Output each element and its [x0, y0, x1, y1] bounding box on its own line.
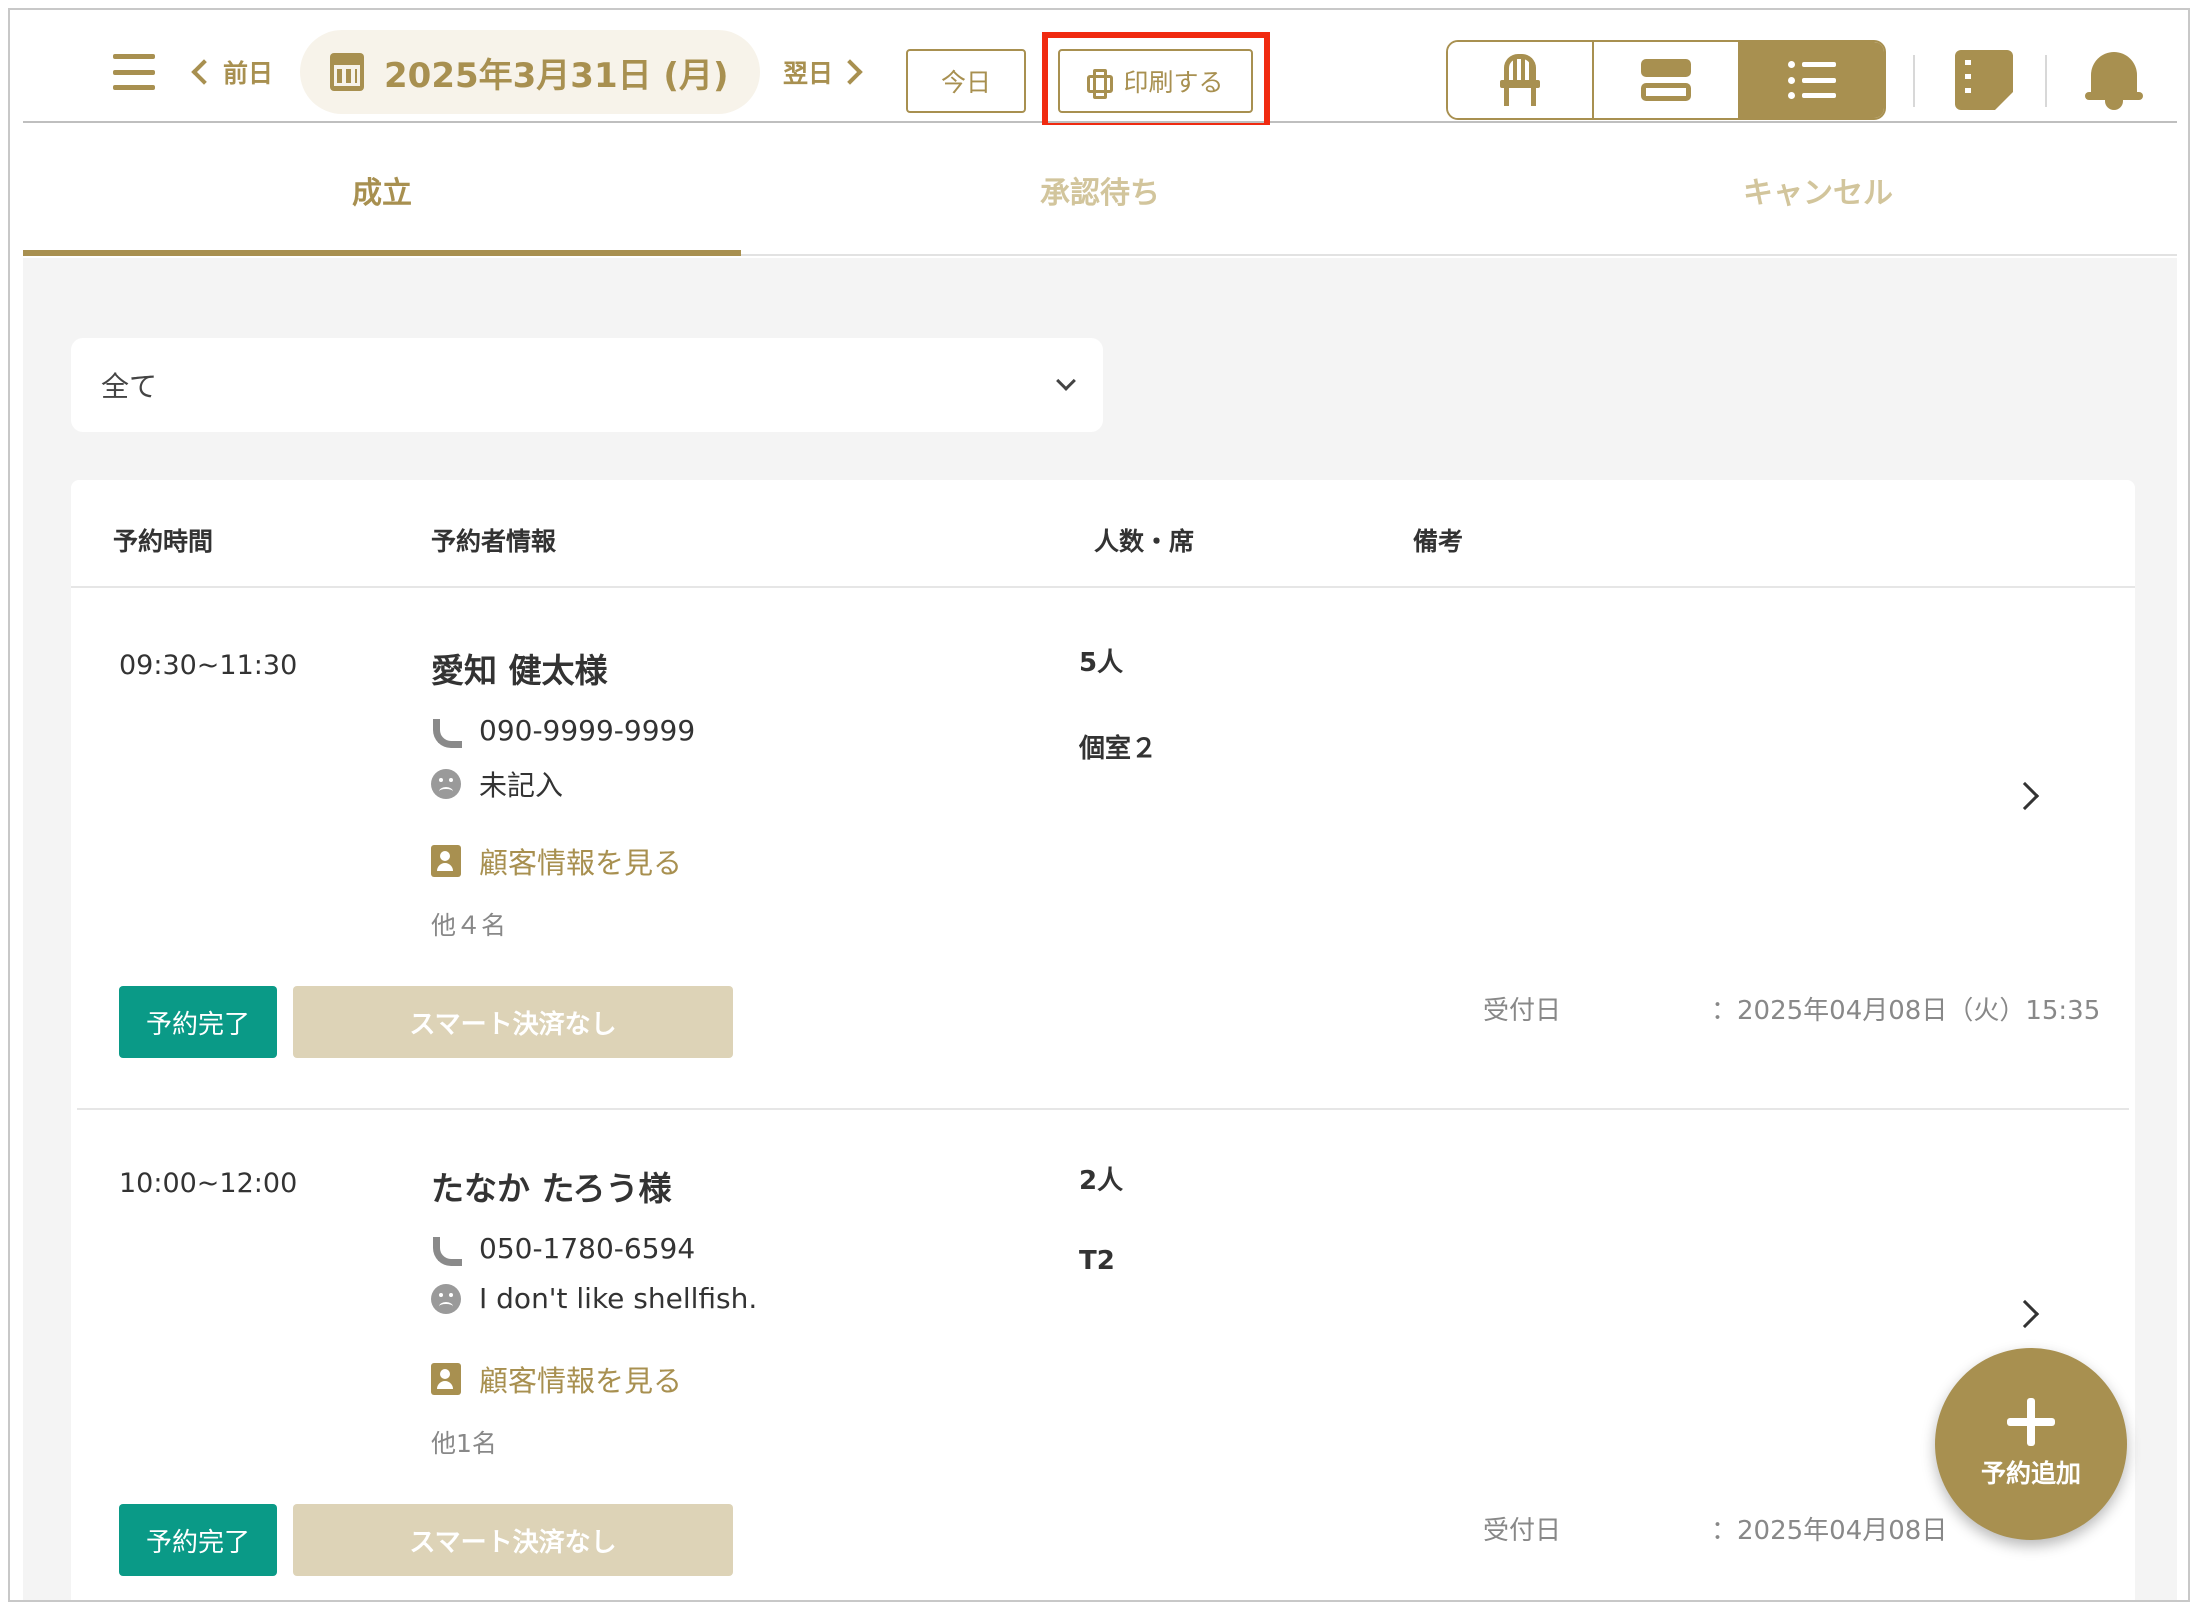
print-button[interactable]: 印刷する	[1058, 49, 1253, 113]
top-bar: 前日 2025年3月31日 (月) 翌日 今日 印刷する	[23, 10, 2177, 129]
chair-icon	[1500, 54, 1540, 106]
chevron-right-icon[interactable]	[2010, 1299, 2040, 1329]
phone-line: 050-1780-6594	[431, 1232, 696, 1266]
table-row[interactable]: 10:00~12:00 たなか たろう様 050-1780-6594 I don…	[71, 1110, 2135, 1600]
note-line: 未記入	[431, 764, 563, 804]
status-badge[interactable]: 予約完了	[119, 1504, 277, 1576]
chevron-right-icon	[837, 59, 863, 85]
seat-name: T2	[1079, 1246, 1115, 1276]
tab-cancelled[interactable]: キャンセル	[1459, 125, 2177, 254]
received-date: ：2025年04月08日	[1711, 1516, 1948, 1546]
received-label: 受付日	[1483, 996, 1562, 1026]
phone-icon	[431, 717, 462, 748]
reservation-table: 予約時間 予約者情報 人数・席 備考 09:30~11:30 愛知 健太様 09…	[71, 480, 2135, 1600]
companions-count: 他４名	[431, 911, 507, 940]
seat-view-button[interactable]	[1448, 42, 1594, 118]
divider	[1913, 55, 1915, 107]
customer-note: 未記入	[479, 769, 564, 802]
view-mode-toggle	[1446, 40, 1886, 120]
phone-number: 050-1780-6594	[479, 1232, 696, 1265]
divider	[2045, 55, 2047, 107]
note-line: I don't like shellfish.	[431, 1282, 757, 1315]
reservation-time: 09:30~11:30	[119, 650, 298, 681]
prev-day-button[interactable]: 前日	[191, 54, 274, 90]
next-day-label: 翌日	[783, 59, 834, 88]
view-customer-link[interactable]: 顧客情報を見る	[431, 1358, 682, 1400]
phone-icon	[431, 1235, 462, 1266]
app-frame: 前日 2025年3月31日 (月) 翌日 今日 印刷する 成立 承認待ち キャン…	[8, 8, 2190, 1602]
seat-name: 個室２	[1079, 734, 1158, 764]
payment-badge: スマート決済なし	[293, 1504, 733, 1576]
customer-note: I don't like shellfish.	[479, 1282, 758, 1315]
party-size: 2人	[1079, 1166, 1124, 1196]
tab-confirmed[interactable]: 成立	[23, 125, 741, 256]
sad-face-icon	[431, 1283, 461, 1314]
customer-name: 愛知 健太様	[431, 651, 608, 690]
prev-day-label: 前日	[223, 59, 274, 88]
companions-count: 他1名	[431, 1429, 497, 1458]
column-header: 人数・席	[1094, 527, 1195, 556]
column-header: 備考	[1413, 527, 1464, 556]
contact-card-icon	[431, 845, 461, 877]
column-header: 予約時間	[113, 527, 214, 556]
status-tabs: 成立 承認待ち キャンセル	[23, 125, 2177, 256]
reservation-time: 10:00~12:00	[119, 1168, 298, 1199]
date-picker[interactable]: 2025年3月31日 (月)	[300, 30, 760, 114]
list-icon	[1788, 61, 1836, 99]
memo-icon[interactable]	[1955, 50, 2013, 110]
list-view-button[interactable]	[1740, 42, 1884, 118]
received-label: 受付日	[1483, 1516, 1562, 1546]
calendar-icon	[330, 53, 364, 91]
printer-icon	[1087, 69, 1114, 99]
status-badge[interactable]: 予約完了	[119, 986, 277, 1058]
content-area: 全て 予約時間 予約者情報 人数・席 備考 09:30~11:30 愛知 健太様…	[23, 258, 2177, 1600]
timeline-view-button[interactable]	[1594, 42, 1740, 118]
chevron-left-icon	[191, 59, 217, 85]
phone-line: 090-9999-9999	[431, 714, 696, 748]
column-header: 予約者情報	[431, 527, 557, 556]
filter-select[interactable]: 全て	[71, 338, 1103, 432]
party-size: 5人	[1079, 648, 1124, 678]
tab-pending[interactable]: 承認待ち	[741, 125, 1459, 254]
current-date: 2025年3月31日 (月)	[384, 55, 729, 96]
customer-name: たなか たろう様	[431, 1169, 672, 1208]
table-header: 予約時間 予約者情報 人数・席 備考	[71, 480, 2135, 588]
add-reservation-label: 予約追加	[1980, 1459, 2081, 1488]
view-customer-label: 顧客情報を見る	[479, 846, 683, 880]
table-row[interactable]: 09:30~11:30 愛知 健太様 090-9999-9999 未記入 顧客情…	[71, 590, 2135, 1107]
chevron-right-icon[interactable]	[2010, 781, 2040, 811]
view-customer-link[interactable]: 顧客情報を見る	[431, 840, 682, 882]
bell-icon[interactable]	[2085, 46, 2143, 112]
chevron-down-icon	[1056, 371, 1076, 391]
today-button[interactable]: 今日	[906, 49, 1026, 113]
received-date: ：2025年04月08日（火）15:35	[1711, 996, 2101, 1026]
plus-icon	[2007, 1398, 2055, 1446]
phone-number: 090-9999-9999	[479, 714, 696, 747]
filter-value: 全て	[101, 370, 158, 403]
next-day-button[interactable]: 翌日	[783, 54, 863, 90]
rows-icon	[1641, 59, 1691, 101]
contact-card-icon	[431, 1363, 461, 1395]
payment-badge: スマート決済なし	[293, 986, 733, 1058]
add-reservation-button[interactable]: 予約追加	[1935, 1348, 2127, 1540]
menu-icon[interactable]	[113, 54, 155, 90]
sad-face-icon	[431, 769, 461, 799]
view-customer-label: 顧客情報を見る	[479, 1364, 683, 1398]
print-label: 印刷する	[1123, 68, 1224, 97]
